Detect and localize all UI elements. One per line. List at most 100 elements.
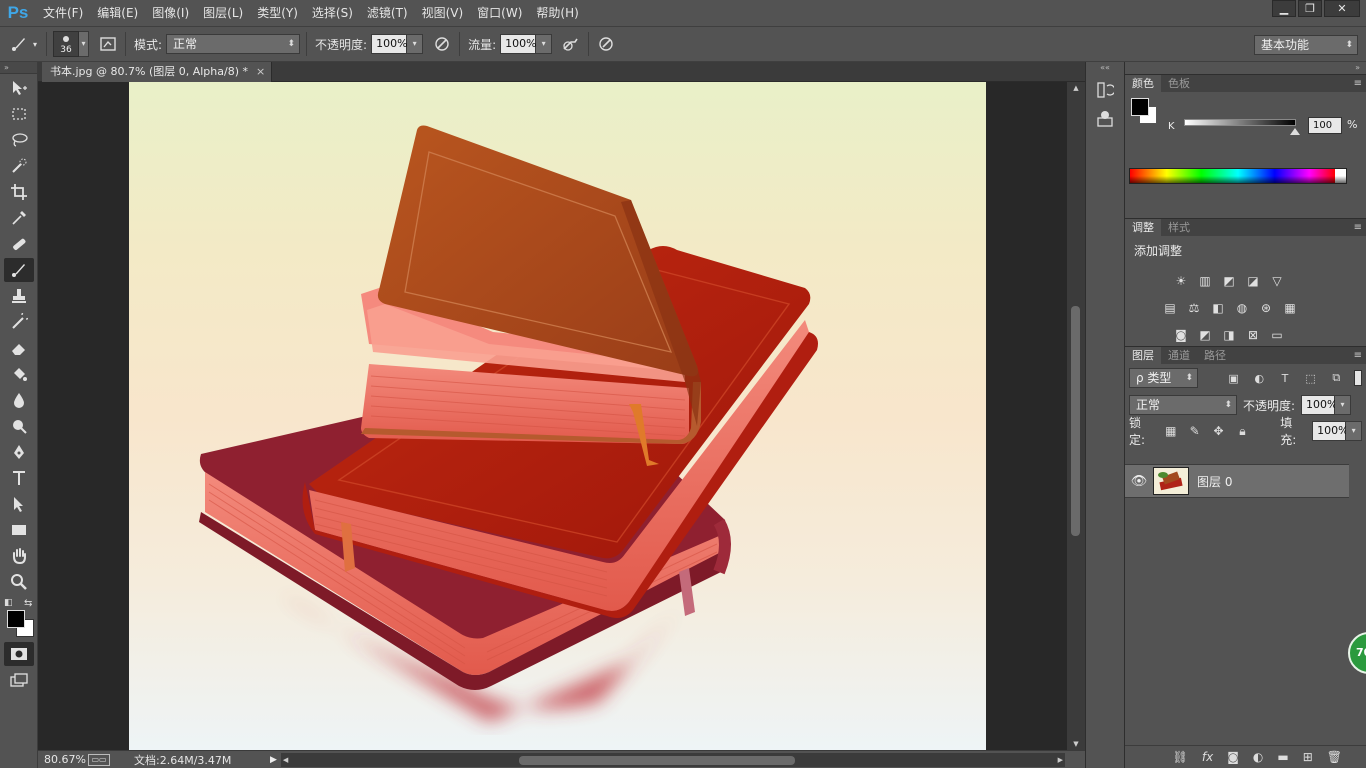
tab-color[interactable]: 颜色 (1125, 75, 1161, 93)
airbrush-icon[interactable] (560, 33, 582, 55)
layer-opacity-field[interactable]: 100% (1301, 395, 1338, 415)
menu-image[interactable]: 图像(I) (145, 0, 196, 26)
new-group-icon[interactable]: ▬ (1277, 750, 1288, 764)
menu-type[interactable]: 类型(Y) (250, 0, 305, 26)
minimize-button[interactable]: ▁ (1272, 0, 1296, 17)
menu-view[interactable]: 视图(V) (415, 0, 471, 26)
tab-paths[interactable]: 路径 (1197, 347, 1233, 365)
layer-opacity-arrow[interactable]: ▾ (1335, 395, 1352, 415)
workspace-dropdown[interactable]: 基本功能 (1254, 35, 1358, 55)
dodge-tool-icon[interactable] (4, 414, 34, 438)
hand-tool-icon[interactable] (4, 544, 34, 568)
k-value-field[interactable]: 100 (1308, 117, 1342, 134)
vertical-scrollbar[interactable]: ▲ ▼ (1067, 82, 1085, 750)
color-lookup-icon[interactable]: ▦ (1281, 299, 1299, 317)
pressure-size-icon[interactable] (595, 33, 617, 55)
scroll-right-arrow-icon[interactable]: ▶ (1058, 753, 1063, 767)
scroll-left-arrow-icon[interactable]: ◀ (283, 753, 288, 767)
opacity-dropdown-arrow[interactable]: ▾ (407, 34, 424, 54)
horizontal-scrollbar[interactable]: ◀ ▶ (280, 752, 1065, 767)
menu-help[interactable]: 帮助(H) (529, 0, 585, 26)
lock-image-icon[interactable]: ✎ (1185, 422, 1205, 440)
healing-brush-tool-icon[interactable] (4, 232, 34, 256)
move-tool-icon[interactable] (4, 76, 34, 100)
channel-mixer-icon[interactable]: ⊛ (1257, 299, 1275, 317)
lock-position-icon[interactable]: ✥ (1209, 422, 1229, 440)
invert-icon[interactable]: ◙ (1172, 326, 1190, 344)
tool-preset-dropdown-icon[interactable]: ▾ (30, 33, 40, 55)
filter-shape-icon[interactable]: ⬚ (1301, 369, 1321, 387)
curves-icon[interactable]: ◩ (1220, 272, 1238, 290)
zoom-level[interactable]: 80.67% (38, 753, 88, 766)
close-button[interactable]: ✕ (1324, 0, 1360, 17)
eyedropper-tool-icon[interactable] (4, 206, 34, 230)
tab-styles[interactable]: 样式 (1161, 219, 1197, 237)
default-colors-icon[interactable]: ◧ (4, 598, 13, 608)
marquee-tool-icon[interactable] (4, 102, 34, 126)
flow-field[interactable]: 100% (500, 34, 537, 54)
layer-style-fx-icon[interactable]: fx (1202, 750, 1213, 764)
menu-file[interactable]: 文件(F) (36, 0, 90, 26)
scroll-up-arrow-icon[interactable]: ▲ (1067, 84, 1085, 92)
color-balance-icon[interactable]: ⚖ (1185, 299, 1203, 317)
mode-dropdown[interactable]: 正常 (166, 34, 301, 54)
color-panel-foreground-swatch[interactable] (1131, 98, 1149, 116)
tab-layers[interactable]: 图层 (1125, 347, 1161, 365)
zoom-tool-icon[interactable] (4, 570, 34, 594)
brush-panel-toggle-icon[interactable] (97, 33, 119, 55)
quick-mask-icon[interactable] (4, 642, 34, 666)
tab-swatches[interactable]: 色板 (1161, 75, 1197, 93)
swap-colors-icon[interactable]: ⇆ (24, 598, 32, 609)
foreground-color-swatch[interactable] (7, 610, 25, 628)
layer-row[interactable]: 👁︎ 图层 0 (1125, 464, 1349, 498)
gradient-map-icon[interactable]: ▭ (1268, 326, 1286, 344)
k-slider-knob[interactable] (1290, 128, 1300, 135)
brush-tool-icon[interactable] (4, 258, 34, 282)
brightness-contrast-icon[interactable]: ☀ (1172, 272, 1190, 290)
k-channel-slider[interactable] (1184, 119, 1296, 126)
exposure-icon[interactable]: ◪ (1244, 272, 1262, 290)
pen-tool-icon[interactable] (4, 440, 34, 464)
menu-layer[interactable]: 图层(L) (196, 0, 250, 26)
horizontal-scroll-thumb[interactable] (518, 755, 795, 765)
tool-preset-brush-icon[interactable] (8, 33, 30, 55)
status-menu-arrow-icon[interactable]: ▶ (270, 755, 277, 765)
screen-mode-icon[interactable] (4, 668, 34, 692)
filter-pixel-icon[interactable]: ▣ (1224, 369, 1244, 387)
crop-tool-icon[interactable] (4, 180, 34, 204)
path-select-tool-icon[interactable] (4, 492, 34, 516)
menu-window[interactable]: 窗口(W) (470, 0, 529, 26)
black-white-icon[interactable]: ◧ (1209, 299, 1227, 317)
panel-menu-icon[interactable]: ≡ (1354, 219, 1362, 237)
document-canvas[interactable] (129, 82, 986, 750)
brush-picker-arrow[interactable]: ▾ (79, 31, 89, 57)
strip-collapse-icon[interactable]: «« (1086, 62, 1124, 74)
layer-name[interactable]: 图层 0 (1197, 473, 1232, 490)
history-panel-icon[interactable] (1092, 78, 1118, 102)
pressure-opacity-icon[interactable] (431, 33, 453, 55)
blur-tool-icon[interactable] (4, 388, 34, 412)
brush-size-preview[interactable]: 36 (53, 31, 79, 57)
link-layers-icon[interactable]: ⛓︎ (1173, 750, 1188, 764)
fill-arrow[interactable]: ▾ (1346, 421, 1363, 441)
selective-color-icon[interactable]: ⊠ (1244, 326, 1262, 344)
levels-icon[interactable]: ▥ (1196, 272, 1214, 290)
filter-adjustment-icon[interactable]: ◐ (1249, 369, 1269, 387)
rectangle-tool-icon[interactable] (4, 518, 34, 542)
menu-edit[interactable]: 编辑(E) (90, 0, 145, 26)
lasso-tool-icon[interactable] (4, 128, 34, 152)
quick-select-tool-icon[interactable] (4, 154, 34, 178)
clone-stamp-tool-icon[interactable] (4, 284, 34, 308)
history-brush-tool-icon[interactable] (4, 310, 34, 334)
scroll-down-arrow-icon[interactable]: ▼ (1067, 740, 1085, 748)
threshold-icon[interactable]: ◨ (1220, 326, 1238, 344)
delete-layer-icon[interactable]: 🗑︎ (1327, 750, 1342, 764)
hue-saturation-icon[interactable]: ▤ (1161, 299, 1179, 317)
type-tool-icon[interactable] (4, 466, 34, 490)
document-tab-close-icon[interactable]: × (256, 62, 265, 82)
filter-smart-object-icon[interactable]: ⧉ (1326, 369, 1346, 387)
vibrance-icon[interactable]: ▽ (1268, 272, 1286, 290)
menu-filter[interactable]: 滤镜(T) (360, 0, 415, 26)
vertical-scroll-thumb[interactable] (1071, 306, 1080, 536)
toolbox-collapse-icon[interactable]: » (0, 62, 37, 74)
